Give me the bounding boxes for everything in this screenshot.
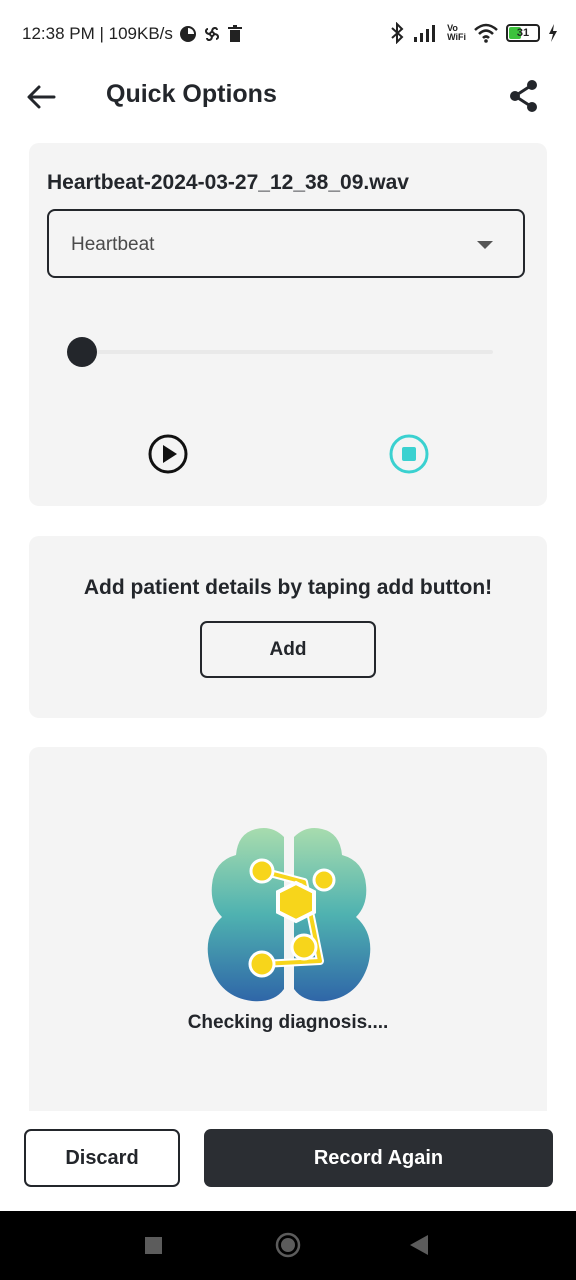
diagnosis-card: Checking diagnosis....: [29, 747, 547, 1111]
play-icon[interactable]: [147, 433, 189, 475]
playback-slider-track[interactable]: [81, 350, 493, 354]
status-right: Vo WiFi 31: [389, 22, 558, 44]
recents-icon[interactable]: [145, 1237, 162, 1254]
discard-button[interactable]: Discard: [24, 1129, 180, 1187]
recording-filename: Heartbeat-2024-03-27_12_38_09.wav: [47, 171, 409, 194]
app-bar: Quick Options: [0, 68, 576, 124]
brain-logo-icon: [207, 828, 371, 1002]
battery-level: 31: [516, 27, 530, 39]
diagnosis-status-text: Checking diagnosis....: [187, 1012, 389, 1033]
category-selected-value: Heartbeat: [71, 234, 155, 255]
wifi-icon: [474, 23, 498, 43]
battery-icon: 31: [506, 24, 540, 42]
fan-icon: [204, 26, 219, 42]
status-left: 12:38 PM | 109KB/s: [22, 24, 243, 44]
category-dropdown[interactable]: Heartbeat: [47, 209, 525, 278]
signal-icon: [414, 25, 436, 42]
recording-card: Heartbeat-2024-03-27_12_38_09.wav Heartb…: [29, 143, 547, 506]
charging-icon: [549, 24, 557, 42]
playback-slider-thumb[interactable]: [67, 337, 97, 367]
stop-icon[interactable]: [387, 432, 431, 476]
dropdown-arrow-icon: [477, 241, 493, 249]
system-nav-bar: [0, 1211, 576, 1280]
vowifi-bottom: WiFi: [447, 32, 466, 42]
status-time-speed: 12:38 PM | 109KB/s: [22, 24, 173, 43]
vowifi-icon: Vo WiFi: [447, 24, 466, 42]
home-icon[interactable]: [275, 1232, 301, 1258]
patient-prompt-text: Add patient details by taping add button…: [83, 576, 493, 599]
notification-icon: [179, 26, 196, 42]
bluetooth-icon: [391, 22, 404, 44]
back-arrow-icon[interactable]: [24, 80, 58, 114]
nav-back-icon[interactable]: [410, 1235, 428, 1255]
add-patient-button[interactable]: Add: [200, 621, 376, 678]
record-again-button[interactable]: Record Again: [204, 1129, 553, 1187]
page-title: Quick Options: [106, 80, 277, 108]
status-bar: 12:38 PM | 109KB/s Vo WiFi 31: [0, 0, 576, 68]
patient-card: Add patient details by taping add button…: [29, 536, 547, 718]
trash-icon: [227, 25, 242, 42]
share-icon[interactable]: [508, 78, 540, 114]
